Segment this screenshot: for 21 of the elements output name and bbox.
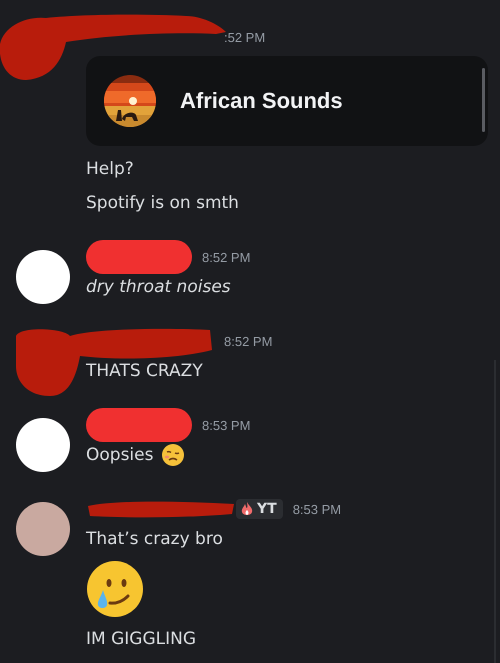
message-text: That’s crazy bro xyxy=(86,529,223,549)
message-text: Help? xyxy=(86,159,134,179)
song-title: African Sounds xyxy=(180,88,343,114)
message-text: IM GIGGLING xyxy=(86,629,196,649)
message-text: dry throat noises xyxy=(86,277,231,297)
timestamp: 8:53 PM xyxy=(202,418,250,432)
message-text: Oopsies xyxy=(86,445,154,465)
role-badge: YT xyxy=(236,499,283,519)
timestamp: 8:53 PM xyxy=(292,502,342,516)
avatar[interactable] xyxy=(16,502,70,556)
timestamp: 8:52 PM xyxy=(224,334,272,348)
timestamp: :52 PM xyxy=(224,30,266,44)
message-text: THATS CRAZY xyxy=(86,361,203,381)
avatar[interactable] xyxy=(16,418,70,472)
woozy-face-icon xyxy=(161,443,186,467)
message-text: Spotify is on smth xyxy=(86,193,239,213)
song-card[interactable]: African Sounds xyxy=(86,56,488,146)
flame-icon xyxy=(240,501,254,517)
timestamp: 8:52 PM xyxy=(202,250,250,264)
avatar[interactable] xyxy=(16,250,70,304)
smiling-face-with-tear-icon xyxy=(86,560,144,618)
